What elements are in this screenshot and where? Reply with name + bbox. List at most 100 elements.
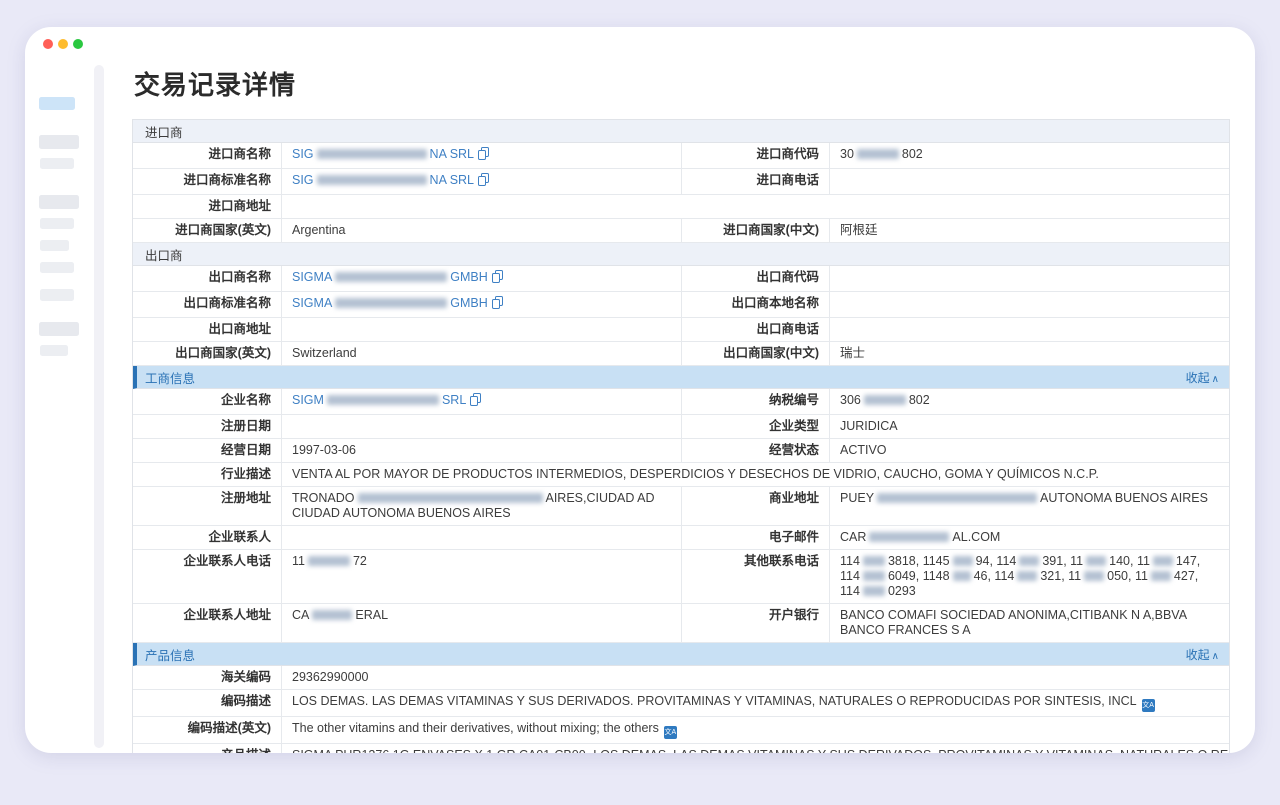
field-label: 开户银行	[681, 604, 829, 642]
table-row: 进口商地址	[133, 195, 1229, 219]
value-text: 瑞士	[840, 346, 865, 360]
table-row: 注册日期企业类型JURIDICA	[133, 415, 1229, 439]
value-text: VENTA AL POR MAYOR DE PRODUCTOS INTERMED…	[292, 467, 1099, 481]
field-label: 进口商国家(中文)	[681, 219, 829, 242]
section-header-product-info: 产品信息 收起∧	[133, 643, 1229, 666]
copy-icon[interactable]	[492, 270, 503, 287]
copy-icon[interactable]	[478, 147, 489, 164]
sidebar-item[interactable]	[40, 218, 74, 229]
table-row: 编码描述(英文) The other vitamins and their der…	[133, 717, 1229, 744]
company-link[interactable]: SIGMAGMBH	[292, 270, 488, 284]
value-text: 6049, 1148	[888, 569, 950, 583]
redacted-text	[864, 395, 906, 405]
value-text: ACTIVO	[840, 443, 887, 457]
copy-icon[interactable]	[470, 393, 481, 410]
close-button[interactable]	[43, 39, 53, 49]
value-text: 140, 11	[1109, 554, 1150, 568]
field-label: 进口商代码	[681, 143, 829, 168]
field-value: 1143818, 114594, 114391, 11140, 11147,11…	[829, 550, 1229, 603]
value-text: The other vitamins and their derivatives…	[292, 721, 659, 735]
collapse-button[interactable]: 收起∧	[1186, 369, 1219, 386]
sidebar-item[interactable]	[40, 345, 68, 356]
field-value: BANCO COMAFI SOCIEDAD ANONIMA,CITIBANK N…	[829, 604, 1229, 642]
table-row: 海关编码29362990000	[133, 666, 1229, 690]
table-row: 进口商标准名称SIGNA SRL进口商电话	[133, 169, 1229, 195]
field-value: Switzerland	[281, 342, 681, 365]
value-text: SIG	[292, 173, 314, 187]
value-text: SIG	[292, 147, 314, 161]
field-label: 出口商代码	[681, 266, 829, 291]
table-row: 出口商国家(英文)Switzerland出口商国家(中文)瑞士	[133, 342, 1229, 366]
section-header-exporter: 出口商	[133, 243, 1229, 266]
value-text: 147,	[1176, 554, 1200, 568]
table-row: 企业联系人电子邮件CARAL.COM	[133, 526, 1229, 550]
field-label: 编码描述(英文)	[133, 717, 281, 743]
chevron-up-icon: ∧	[1212, 651, 1219, 662]
company-link[interactable]: SIGMAGMBH	[292, 296, 488, 310]
redacted-text	[312, 610, 352, 620]
redacted-text	[317, 175, 427, 185]
translate-icon[interactable]: 文A	[664, 726, 677, 739]
field-label: 出口商国家(中文)	[681, 342, 829, 365]
redacted-text	[335, 272, 447, 282]
redacted-text	[863, 586, 885, 596]
field-label: 注册地址	[133, 487, 281, 525]
field-value	[829, 169, 1229, 194]
value-text: TRONADO	[292, 491, 355, 505]
field-value	[281, 195, 1229, 218]
section-header-importer: 进口商	[133, 120, 1229, 143]
field-label: 企业联系人地址	[133, 604, 281, 642]
value-text: 72	[353, 554, 367, 568]
value-text: Switzerland	[292, 346, 357, 360]
value-text: Argentina	[292, 223, 346, 237]
redacted-text	[1086, 556, 1106, 566]
value-text: JURIDICA	[840, 419, 898, 433]
value-text: SIGMA PHR1276 1G ENVASES X 1 GR CA01-CB0…	[292, 748, 1229, 753]
table-row: 编码描述LOS DEMAS. LAS DEMAS VITAMINAS Y SUS…	[133, 690, 1229, 717]
field-value: 11 72	[281, 550, 681, 603]
redacted-text	[863, 571, 885, 581]
value-text: ERAL	[355, 608, 388, 622]
value-text: 391, 11	[1042, 554, 1083, 568]
collapse-button[interactable]: 收起∧	[1186, 646, 1219, 663]
sidebar-item[interactable]	[40, 289, 74, 301]
company-link[interactable]: SIGMSRL	[292, 393, 466, 407]
table-row: 企业名称SIGMSRL纳税编号306802	[133, 389, 1229, 415]
value-text: SRL	[442, 393, 466, 407]
main-content: 交易记录详情 进口商进口商名称SIGNA SRL进口商代码30802进口商标准名…	[132, 27, 1230, 753]
field-value: 阿根廷	[829, 219, 1229, 242]
value-text: 11	[292, 554, 305, 568]
redacted-text	[327, 395, 439, 405]
sidebar-item[interactable]	[39, 195, 79, 209]
sidebar-item[interactable]	[40, 262, 74, 273]
redacted-text	[1084, 571, 1104, 581]
copy-icon[interactable]	[478, 173, 489, 190]
sidebar-item[interactable]	[39, 322, 79, 336]
sidebar-item-active[interactable]	[39, 97, 75, 110]
company-link[interactable]: SIGNA SRL	[292, 147, 474, 161]
value-text: SIGMA	[292, 296, 332, 310]
field-value: SIGMAGMBH	[281, 266, 681, 291]
value-text: 29362990000	[292, 670, 368, 684]
section-title: 产品信息	[145, 645, 195, 664]
field-label: 进口商电话	[681, 169, 829, 194]
translate-icon[interactable]: 文A	[1142, 699, 1155, 712]
sidebar-item[interactable]	[39, 135, 79, 149]
redacted-text	[1151, 571, 1171, 581]
minimize-button[interactable]	[58, 39, 68, 49]
sidebar-item[interactable]	[40, 240, 69, 251]
sidebar-item[interactable]	[40, 158, 74, 169]
field-label: 编码描述	[133, 690, 281, 716]
copy-icon[interactable]	[492, 296, 503, 313]
field-value: SIGNA SRL	[281, 169, 681, 194]
redacted-text	[335, 298, 447, 308]
field-value	[281, 526, 681, 549]
value-text: 3818, 1145	[888, 554, 950, 568]
page-title: 交易记录详情	[134, 65, 1230, 102]
company-link[interactable]: SIGNA SRL	[292, 173, 474, 187]
zoom-button[interactable]	[73, 39, 83, 49]
section-header-business-info: 工商信息收起∧	[133, 366, 1229, 389]
section-title: 出口商	[145, 245, 183, 264]
value-text: 114	[840, 584, 860, 598]
table-row: 行业描述VENTA AL POR MAYOR DE PRODUCTOS INTE…	[133, 463, 1229, 487]
